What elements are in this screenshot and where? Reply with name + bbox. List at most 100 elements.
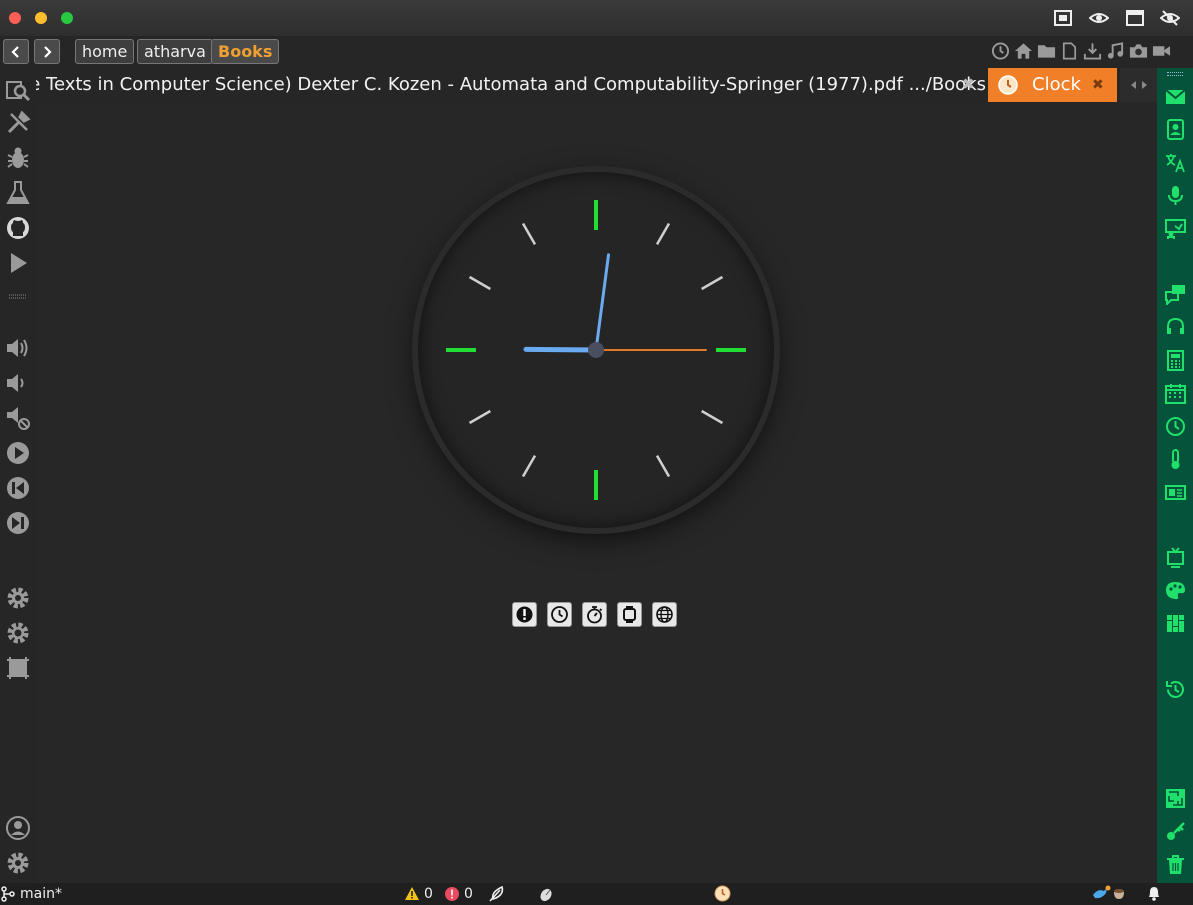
thermometer-icon[interactable] xyxy=(1165,449,1186,470)
next-circle-icon[interactable] xyxy=(5,510,31,536)
news-icon[interactable] xyxy=(1165,482,1186,503)
clock-icon xyxy=(714,885,731,902)
tab-close-button[interactable]: ✖ xyxy=(962,75,975,93)
maze-icon[interactable] xyxy=(1165,788,1186,809)
tab-pdf-file[interactable]: (Graduate Texts in Computer Science) Dex… xyxy=(36,68,986,102)
timer-icon xyxy=(587,606,603,624)
tab-label: Clock xyxy=(1032,74,1081,95)
key-icon[interactable] xyxy=(1165,821,1186,842)
minimize-window-button[interactable] xyxy=(35,12,47,24)
chevron-left-icon xyxy=(11,45,19,58)
mic-icon[interactable] xyxy=(1165,185,1186,206)
back-button[interactable] xyxy=(3,39,29,64)
fullscreen-icon[interactable] xyxy=(1053,8,1073,28)
forward-button[interactable] xyxy=(34,39,60,64)
trash-icon[interactable] xyxy=(1165,854,1186,875)
grip-icon[interactable] xyxy=(1167,72,1183,76)
home-icon[interactable] xyxy=(1014,41,1033,61)
tab-scroll-arrows[interactable] xyxy=(1120,68,1157,102)
mouse-icon xyxy=(540,888,552,902)
download-icon[interactable] xyxy=(1083,41,1102,61)
clock-face xyxy=(446,200,746,500)
minor-tick xyxy=(521,222,537,245)
palette-icon[interactable] xyxy=(1165,580,1186,601)
video-icon[interactable] xyxy=(1152,41,1171,61)
calculator-icon[interactable] xyxy=(1165,350,1186,371)
clock-hub xyxy=(588,342,604,358)
user-icon[interactable] xyxy=(5,815,31,841)
prev-circle-icon[interactable] xyxy=(5,475,31,501)
breadcrumb-atharva[interactable]: atharva xyxy=(137,39,213,64)
clock-button[interactable] xyxy=(547,602,572,627)
warning-count: 0 xyxy=(424,886,433,902)
apps-icon[interactable] xyxy=(1165,613,1186,634)
file-icon[interactable] xyxy=(1060,41,1079,61)
caret-left-icon[interactable] xyxy=(1130,81,1136,89)
region-icon[interactable] xyxy=(5,655,31,681)
tools-icon[interactable] xyxy=(5,110,31,136)
bell-icon xyxy=(1149,887,1159,901)
minor-tick xyxy=(468,409,491,425)
chat-icon[interactable] xyxy=(1165,284,1186,307)
caret-right-icon[interactable] xyxy=(1141,81,1147,89)
bird-coffee-icon xyxy=(1093,885,1124,899)
play-icon[interactable] xyxy=(5,250,31,276)
app-window: home atharva Books (Graduate Texts in Co… xyxy=(0,0,1193,905)
git-branch-icon xyxy=(1,886,15,902)
github-icon[interactable] xyxy=(5,215,31,241)
world-clock-button[interactable] xyxy=(652,602,677,627)
tab-clock[interactable]: Clock ✖ xyxy=(988,68,1117,102)
branch-name: main* xyxy=(20,886,62,902)
hour-hand xyxy=(523,346,599,353)
play-circle-icon[interactable] xyxy=(5,440,31,466)
search-files-icon[interactable] xyxy=(5,76,31,102)
window-icon[interactable] xyxy=(1125,8,1145,28)
eye-off-icon[interactable] xyxy=(1159,8,1181,28)
minor-tick xyxy=(655,222,671,245)
clock-icon[interactable] xyxy=(1165,416,1186,437)
errors-count[interactable]: 0 xyxy=(444,885,473,903)
close-window-button[interactable] xyxy=(9,12,21,24)
gear-icon[interactable] xyxy=(5,850,31,876)
volume-down-icon[interactable] xyxy=(5,370,31,396)
music-icon[interactable] xyxy=(1106,41,1125,61)
notifications-button[interactable] xyxy=(1146,885,1162,901)
tab-close-button[interactable]: ✖ xyxy=(1092,68,1104,102)
eye-icon[interactable] xyxy=(1088,8,1110,28)
calendar-icon[interactable] xyxy=(1165,383,1186,404)
feather-indicator[interactable] xyxy=(488,885,506,903)
tv-icon[interactable] xyxy=(1165,547,1186,568)
navigation-bar: home atharva Books xyxy=(0,36,1193,68)
mouse-indicator[interactable] xyxy=(537,885,555,903)
timer-button[interactable] xyxy=(582,602,607,627)
camera-icon[interactable] xyxy=(1129,41,1148,61)
social-indicator[interactable] xyxy=(1092,885,1126,901)
settings-alt-icon[interactable] xyxy=(5,620,31,646)
settings-icon[interactable] xyxy=(5,585,31,611)
presentation-icon[interactable] xyxy=(1165,218,1186,239)
breadcrumb-home[interactable]: home xyxy=(75,39,135,64)
git-branch[interactable]: main* xyxy=(0,885,62,903)
status-bar: main* 0 0 xyxy=(0,883,1193,905)
translate-icon[interactable] xyxy=(1165,152,1186,173)
folder-icon[interactable] xyxy=(1037,41,1056,61)
clock-indicator[interactable] xyxy=(714,885,731,902)
flask-icon[interactable] xyxy=(5,180,31,206)
mail-icon[interactable] xyxy=(1165,86,1186,107)
contacts-icon[interactable] xyxy=(1165,119,1186,140)
watch-button[interactable] xyxy=(617,602,642,627)
volume-up-icon[interactable] xyxy=(5,335,31,361)
warnings-count[interactable]: 0 xyxy=(404,885,433,903)
history-icon[interactable] xyxy=(991,41,1010,61)
alarm-button[interactable] xyxy=(512,602,537,627)
bug-icon[interactable] xyxy=(5,145,31,171)
title-bar xyxy=(0,0,1193,36)
mute-icon[interactable] xyxy=(5,405,31,431)
watch-icon xyxy=(623,606,636,623)
grip-icon[interactable] xyxy=(5,284,31,299)
history-icon[interactable] xyxy=(1165,679,1186,700)
breadcrumb-books[interactable]: Books xyxy=(211,39,280,64)
minor-tick xyxy=(521,455,537,478)
maximize-window-button[interactable] xyxy=(61,12,73,24)
headset-icon[interactable] xyxy=(1165,317,1186,338)
